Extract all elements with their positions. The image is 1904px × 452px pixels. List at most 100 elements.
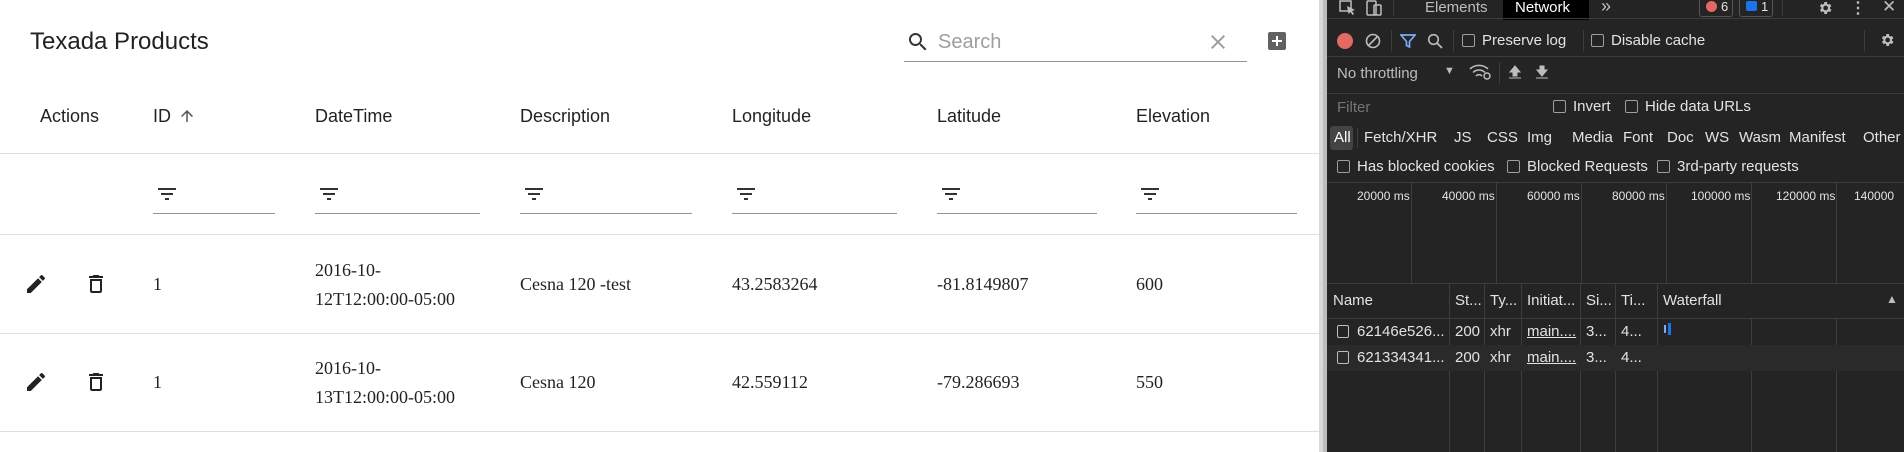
delete-icon[interactable] [84,272,108,296]
column-header-actions: Actions [40,106,100,126]
download-icon[interactable] [1534,64,1550,80]
type-filter-ws[interactable]: WS [1705,129,1729,146]
cell-datetime: 2016-10- 12T12:00:00-05:00 [315,256,455,314]
timeline-gridline [1581,183,1582,283]
arrow-up-icon [181,110,194,122]
error-badge[interactable]: 6 [1699,0,1733,17]
type-filter-manifest[interactable]: Manifest [1789,129,1846,146]
throttling-select[interactable]: No throttling [1337,65,1418,82]
document-icon [1337,325,1349,338]
filter-latitude[interactable] [937,178,1097,214]
more-tabs-icon[interactable]: » [1601,0,1611,17]
inspect-element-icon[interactable] [1339,0,1357,16]
request-size: 3... [1586,323,1607,340]
column-header-datetime[interactable]: DateTime [315,106,392,127]
timeline-gridline [1411,183,1412,283]
blocked-requests-label: Blocked Requests [1527,158,1648,175]
filter-elevation[interactable] [1136,178,1297,214]
edit-icon[interactable] [24,272,48,296]
type-filter-fetch-xhr[interactable]: Fetch/XHR [1364,129,1437,146]
has-blocked-cookies-checkbox[interactable] [1337,160,1350,173]
header-initiator[interactable]: Initiat... [1527,292,1575,309]
document-icon [1337,351,1349,364]
filter-icon[interactable] [1400,33,1416,49]
network-filter-input[interactable] [1331,97,1536,117]
record-icon[interactable] [1337,33,1353,49]
message-badge[interactable]: 1 [1739,0,1773,17]
cell-id: 1 [153,372,162,392]
timeline-tick: 40000 ms [1442,189,1495,203]
clear-log-icon[interactable] [1365,33,1381,49]
device-toolbar-icon[interactable] [1365,0,1383,16]
type-filter-all[interactable]: All [1330,126,1353,150]
close-devtools-icon[interactable]: ✕ [1882,0,1896,17]
header-divider [0,153,1319,154]
delete-icon[interactable] [84,370,108,394]
header-time[interactable]: Ti... [1621,292,1645,309]
tab-elements[interactable]: Elements [1425,0,1488,16]
message-count: 1 [1761,0,1769,14]
disable-cache-checkbox[interactable] [1591,34,1604,47]
column-header-description[interactable]: Description [520,106,610,127]
filter-description[interactable] [520,178,692,214]
type-filter-js[interactable]: JS [1454,129,1472,146]
type-filter-wasm[interactable]: Wasm [1739,129,1781,146]
close-icon[interactable] [1206,30,1230,54]
timeline-overview[interactable]: 20000 ms 40000 ms 60000 ms 80000 ms 1000… [1327,183,1904,283]
filter-divider [0,234,1319,235]
network-conditions-icon[interactable] [1469,64,1491,80]
row-divider [0,333,1319,334]
search-input[interactable] [938,26,1208,58]
upload-icon[interactable] [1507,64,1523,80]
type-filter-doc[interactable]: Doc [1667,129,1694,146]
hide-data-urls-checkbox[interactable] [1625,100,1638,113]
type-filter-css[interactable]: CSS [1487,129,1518,146]
request-name: 62146e526... [1357,323,1445,340]
edit-icon[interactable] [24,370,48,394]
filter-longitude[interactable] [732,178,897,214]
request-row[interactable]: 62146e526... 200 xhr main.... 3... 4... [1327,319,1904,345]
error-icon [1706,1,1717,12]
type-filter-media[interactable]: Media [1572,129,1613,146]
request-time: 4... [1621,323,1642,340]
column-header-elevation[interactable]: Elevation [1136,106,1210,127]
request-status: 200 [1455,323,1481,340]
type-filter-font[interactable]: Font [1623,129,1653,146]
header-waterfall[interactable]: Waterfall [1663,292,1722,309]
third-party-checkbox[interactable] [1657,160,1670,173]
search-field[interactable] [904,24,1247,62]
timeline-tick: 140000 [1854,189,1895,203]
request-initiator[interactable]: main.... [1527,349,1576,366]
preserve-log-checkbox[interactable] [1462,34,1475,47]
more-options-icon[interactable]: ⋮ [1850,0,1866,18]
devtools-tabbar: Elements Network » 6 1 ⋮ ✕ [1327,0,1904,20]
request-row[interactable]: 621334341... 200 xhr main.... 3... 4... [1327,345,1904,371]
column-header-id[interactable]: ID [153,106,196,127]
cell-datetime-line1: 2016-10- [315,260,381,280]
header-status[interactable]: St... [1455,292,1482,309]
invert-checkbox[interactable] [1553,100,1566,113]
column-header-latitude[interactable]: Latitude [937,106,1001,127]
timeline-tick: 60000 ms [1527,189,1580,203]
add-box-icon[interactable] [1265,29,1289,53]
waterfall-bar [1668,323,1671,335]
filter-id[interactable] [153,178,275,214]
gear-icon[interactable] [1817,0,1833,16]
header-size[interactable]: Si... [1586,292,1612,309]
search-icon[interactable] [1427,33,1443,49]
header-name[interactable]: Name [1333,292,1373,309]
type-filter-other[interactable]: Other [1863,129,1901,146]
header-type[interactable]: Ty... [1490,292,1517,309]
filter-separator [1357,128,1358,148]
tab-network[interactable]: Network [1503,0,1589,20]
invert-label: Invert [1573,98,1611,115]
request-status: 200 [1455,349,1481,366]
network-settings-icon[interactable] [1879,32,1895,48]
column-header-longitude[interactable]: Longitude [732,106,811,127]
blocked-requests-checkbox[interactable] [1507,160,1520,173]
request-type: xhr [1490,349,1511,366]
type-filter-img[interactable]: Img [1527,129,1552,146]
filter-datetime[interactable] [315,178,480,214]
column-divider [1484,371,1485,452]
request-initiator[interactable]: main.... [1527,323,1576,340]
